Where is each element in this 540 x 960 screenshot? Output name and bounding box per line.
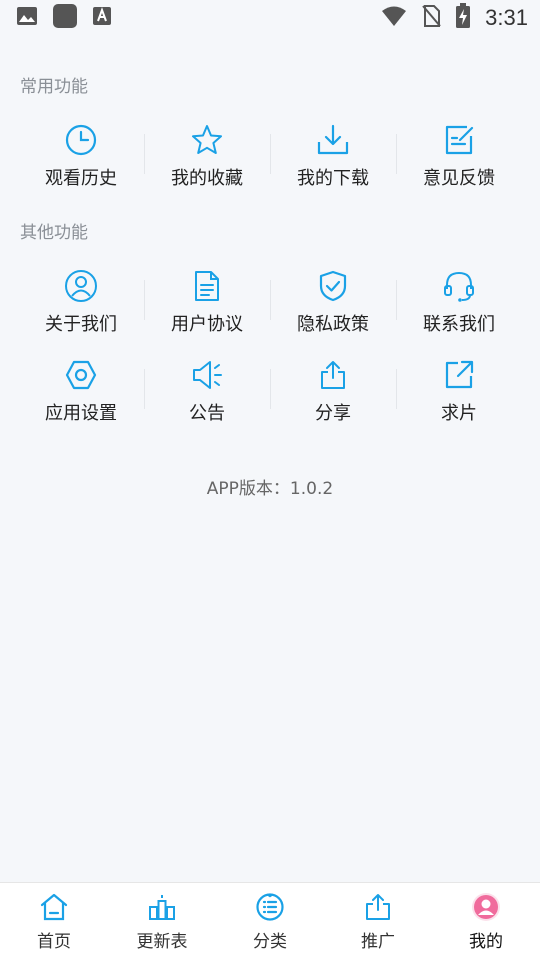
menu-item-label: 隐私政策 bbox=[297, 314, 369, 335]
menu-item-feedback[interactable]: 意见反馈 bbox=[396, 116, 522, 196]
no-sim-icon bbox=[421, 4, 441, 32]
wifi-icon bbox=[381, 5, 407, 31]
tab-label: 首页 bbox=[37, 932, 71, 952]
hexagon-settings-icon bbox=[63, 357, 99, 393]
menu-item-label: 意见反馈 bbox=[423, 168, 495, 189]
menu-item-label: 我的收藏 bbox=[171, 168, 243, 189]
profile-icon bbox=[470, 891, 502, 923]
tab-label: 分类 bbox=[253, 932, 287, 952]
share-icon bbox=[362, 891, 394, 923]
other-functions-row-1: 关于我们 用户协议 隐私政策 联系我们 bbox=[18, 262, 522, 342]
home-icon bbox=[38, 891, 70, 923]
headset-icon bbox=[441, 268, 477, 304]
download-icon bbox=[315, 122, 351, 158]
section-title-other: 其他功能 bbox=[20, 223, 88, 243]
clock-icon bbox=[63, 122, 99, 158]
app-notification-icon bbox=[52, 3, 78, 33]
menu-item-label: 关于我们 bbox=[45, 314, 117, 335]
menu-item-request-movie[interactable]: 求片 bbox=[396, 351, 522, 431]
menu-item-label: 观看历史 bbox=[45, 168, 117, 189]
star-icon bbox=[189, 122, 225, 158]
tab-label: 推广 bbox=[361, 932, 395, 952]
common-functions-row: 观看历史 我的收藏 我的下载 意见反馈 bbox=[18, 116, 522, 196]
category-icon bbox=[254, 891, 286, 923]
menu-item-label: 求片 bbox=[441, 403, 477, 424]
battery-charging-icon bbox=[455, 3, 471, 33]
menu-item-downloads[interactable]: 我的下载 bbox=[270, 116, 396, 196]
document-icon bbox=[189, 268, 225, 304]
menu-item-share[interactable]: 分享 bbox=[270, 351, 396, 431]
share-icon bbox=[315, 357, 351, 393]
menu-item-label: 公告 bbox=[189, 403, 225, 424]
tab-profile[interactable]: 我的 bbox=[432, 883, 540, 960]
other-functions-row-2: 应用设置 公告 分享 求片 bbox=[18, 351, 522, 431]
menu-item-user-agreement[interactable]: 用户协议 bbox=[144, 262, 270, 342]
menu-item-label: 联系我们 bbox=[423, 314, 495, 335]
edit-icon bbox=[441, 122, 477, 158]
schedule-icon bbox=[146, 891, 178, 923]
app-version: APP版本：1.0.2 bbox=[206, 479, 334, 499]
status-bar: 3:31 bbox=[0, 0, 540, 36]
tab-home[interactable]: 首页 bbox=[0, 883, 108, 960]
menu-item-favorites[interactable]: 我的收藏 bbox=[144, 116, 270, 196]
tab-schedule[interactable]: 更新表 bbox=[108, 883, 216, 960]
shield-check-icon bbox=[315, 268, 351, 304]
menu-item-history[interactable]: 观看历史 bbox=[18, 116, 144, 196]
section-title-common: 常用功能 bbox=[20, 77, 88, 97]
menu-item-announcement[interactable]: 公告 bbox=[144, 351, 270, 431]
menu-item-contact-us[interactable]: 联系我们 bbox=[396, 262, 522, 342]
menu-item-privacy-policy[interactable]: 隐私政策 bbox=[270, 262, 396, 342]
tab-promotion[interactable]: 推广 bbox=[324, 883, 432, 960]
tab-category[interactable]: 分类 bbox=[216, 883, 324, 960]
menu-item-label: 应用设置 bbox=[45, 403, 117, 424]
menu-item-label: 用户协议 bbox=[171, 314, 243, 335]
bottom-tab-bar: 首页 更新表 分类 推广 我的 bbox=[0, 882, 540, 960]
clock-time: 3:31 bbox=[485, 5, 528, 30]
font-notification-icon bbox=[92, 6, 112, 30]
speaker-icon bbox=[189, 357, 225, 393]
tab-label: 更新表 bbox=[136, 932, 188, 952]
image-notification-icon bbox=[16, 5, 38, 31]
menu-item-label: 分享 bbox=[315, 403, 351, 424]
tab-label: 我的 bbox=[469, 932, 503, 952]
menu-item-about-us[interactable]: 关于我们 bbox=[18, 262, 144, 342]
menu-item-app-settings[interactable]: 应用设置 bbox=[18, 351, 144, 431]
menu-item-label: 我的下载 bbox=[297, 168, 369, 189]
user-icon bbox=[63, 268, 99, 304]
external-link-icon bbox=[441, 357, 477, 393]
